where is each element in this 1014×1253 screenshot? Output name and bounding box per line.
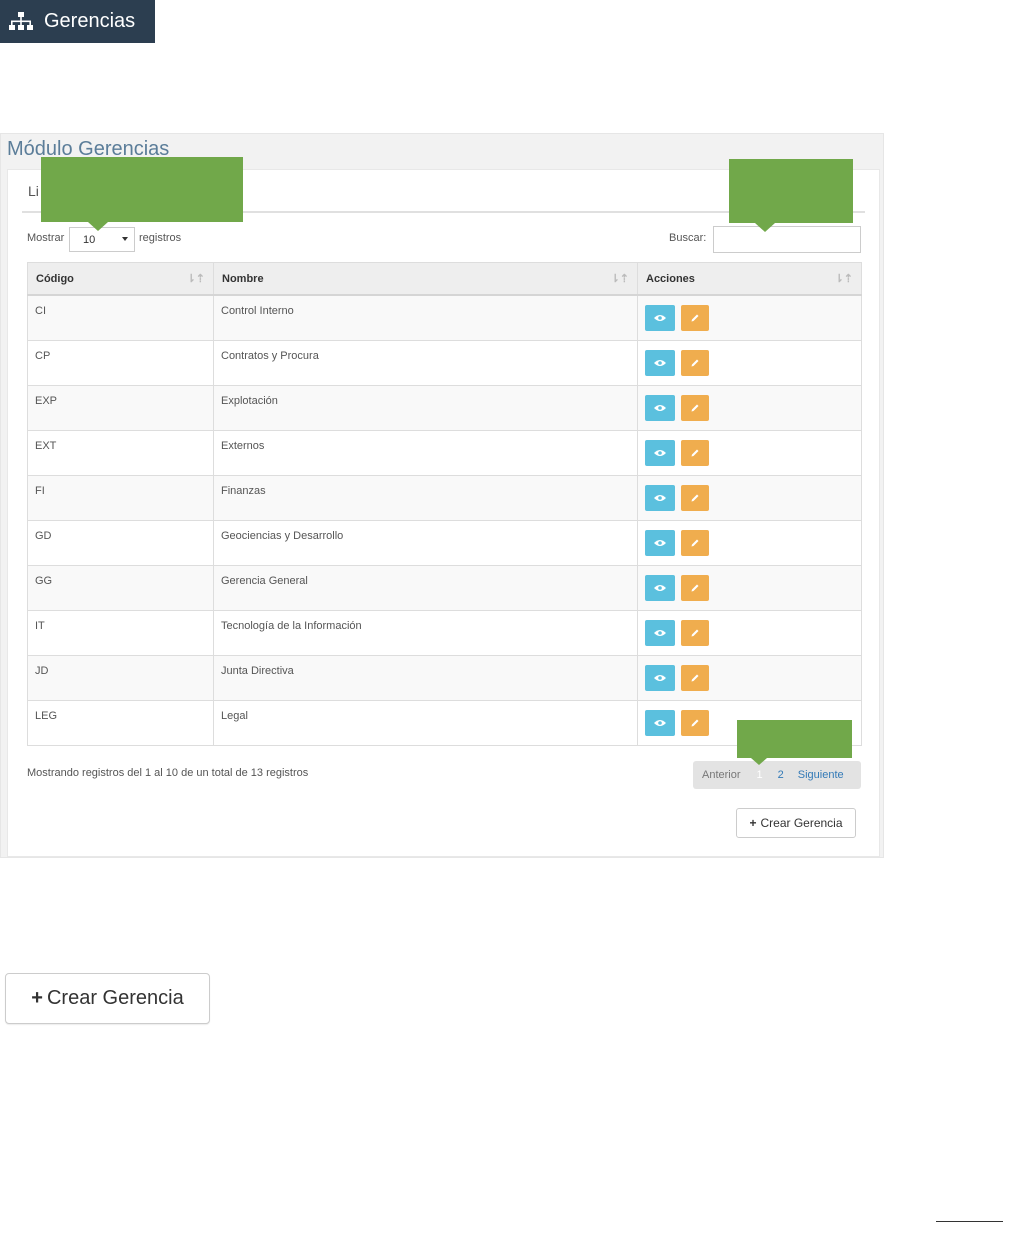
table-row: CP Contratos y Procura (27, 339, 862, 386)
view-button[interactable] (645, 349, 675, 376)
page-length-value: 10 (83, 234, 96, 246)
cell-acciones (637, 339, 862, 386)
sort-asc-icon: ⇂⇡ (186, 273, 205, 285)
pagination-page[interactable]: 1 (757, 769, 763, 781)
create-button-label: Crear Gerencia (46, 987, 184, 1009)
cell-nombre: Explotación (213, 384, 638, 431)
view-button[interactable] (645, 709, 675, 736)
cell-codigo: EXT (27, 429, 214, 476)
header-label: Código (36, 272, 74, 285)
table-row: JD Junta Directiva (27, 654, 862, 701)
view-button[interactable] (645, 305, 675, 331)
edit-button[interactable] (681, 305, 709, 331)
footer-rule (936, 1221, 1003, 1222)
cell-codigo: LEG (27, 699, 214, 746)
panel-heading: Li (28, 183, 39, 199)
cell-nombre: Contratos y Procura (213, 339, 638, 386)
create-button-label: Crear Gerencia (760, 816, 843, 830)
table-info: Mostrando registros del 1 al 10 de un to… (27, 767, 309, 779)
header-label: Nombre (222, 272, 264, 285)
pagination-next[interactable]: Siguiente (798, 769, 844, 781)
table-row: CI Control Interno (27, 294, 862, 341)
cell-acciones (637, 519, 862, 566)
length-prefix: Mostrar (27, 232, 65, 244)
cell-acciones (637, 294, 862, 341)
cell-nombre: Control Interno (213, 294, 638, 341)
table-row: EXT Externos (27, 429, 862, 476)
view-button[interactable] (645, 619, 675, 646)
edit-button[interactable] (681, 529, 709, 556)
cell-codigo: EXP (27, 384, 214, 431)
caret-down-icon (122, 237, 128, 241)
plus-icon: + (31, 987, 43, 1009)
view-button[interactable] (645, 664, 675, 691)
pagination: Anterior 1 2 Siguiente (693, 761, 861, 789)
sort-icon: ⇂⇡ (834, 273, 853, 285)
view-button[interactable] (645, 394, 675, 421)
create-gerencia-button-large[interactable]: + Crear Gerencia (5, 973, 210, 1024)
cell-codigo: CI (27, 294, 214, 341)
edit-button[interactable] (681, 619, 709, 646)
cell-nombre: Legal (213, 699, 638, 746)
cell-acciones (637, 654, 862, 701)
pagination-previous[interactable]: Anterior (702, 769, 741, 781)
edit-button[interactable] (681, 574, 709, 601)
column-header-nombre[interactable]: Nombre ⇂⇡ (213, 262, 638, 296)
table-row: IT Tecnología de la Información (27, 609, 862, 656)
edit-button[interactable] (681, 709, 709, 736)
callout-box (41, 157, 243, 222)
cell-nombre: Geociencias y Desarrollo (213, 519, 638, 566)
edit-button[interactable] (681, 349, 709, 376)
cell-codigo: GD (27, 519, 214, 566)
cell-acciones (637, 384, 862, 431)
cell-codigo: CP (27, 339, 214, 386)
callout-box (737, 720, 852, 758)
callout-arrow (88, 222, 108, 231)
callout-arrow (755, 223, 775, 232)
view-button[interactable] (645, 484, 675, 511)
cell-nombre: Externos (213, 429, 638, 476)
cell-codigo: JD (27, 654, 214, 701)
cell-codigo: IT (27, 609, 214, 656)
search-input[interactable] (713, 226, 861, 253)
view-button[interactable] (645, 439, 675, 466)
cell-nombre: Tecnología de la Información (213, 609, 638, 656)
column-header-acciones[interactable]: Acciones ⇂⇡ (637, 262, 862, 296)
cell-nombre: Finanzas (213, 474, 638, 521)
cell-nombre: Gerencia General (213, 564, 638, 611)
callout-box (729, 159, 853, 223)
gerencias-nav-item[interactable]: Gerencias (0, 0, 155, 43)
edit-button[interactable] (681, 394, 709, 421)
sitemap-icon (9, 11, 33, 30)
edit-button[interactable] (681, 439, 709, 466)
callout-arrow (751, 758, 767, 765)
column-header-codigo[interactable]: Código ⇂⇡ (27, 262, 214, 296)
view-button[interactable] (645, 529, 675, 556)
cell-codigo: GG (27, 564, 214, 611)
gerencias-table: Código ⇂⇡ Nombre ⇂⇡ Acciones ⇂⇡ CI Control I… (27, 262, 862, 746)
length-suffix: registros (139, 232, 182, 244)
table-row: EXP Explotación (27, 384, 862, 431)
cell-acciones (637, 474, 862, 521)
nav-label: Gerencias (44, 10, 136, 32)
edit-button[interactable] (681, 484, 709, 511)
header-label: Acciones (646, 272, 695, 285)
edit-button[interactable] (681, 664, 709, 691)
table-row: FI Finanzas (27, 474, 862, 521)
cell-acciones (637, 564, 862, 611)
pagination-page[interactable]: 2 (778, 769, 784, 781)
table-row: GD Geociencias y Desarrollo (27, 519, 862, 566)
search-label: Buscar: (669, 232, 707, 244)
table-row: GG Gerencia General (27, 564, 862, 611)
cell-acciones (637, 429, 862, 476)
cell-acciones (637, 609, 862, 656)
cell-nombre: Junta Directiva (213, 654, 638, 701)
create-gerencia-button[interactable]: + Crear Gerencia (736, 808, 856, 838)
sort-icon: ⇂⇡ (610, 273, 629, 285)
cell-codigo: FI (27, 474, 214, 521)
table-header-row: Código ⇂⇡ Nombre ⇂⇡ Acciones ⇂⇡ (27, 262, 862, 296)
plus-icon: + (749, 816, 757, 830)
view-button[interactable] (645, 574, 675, 601)
